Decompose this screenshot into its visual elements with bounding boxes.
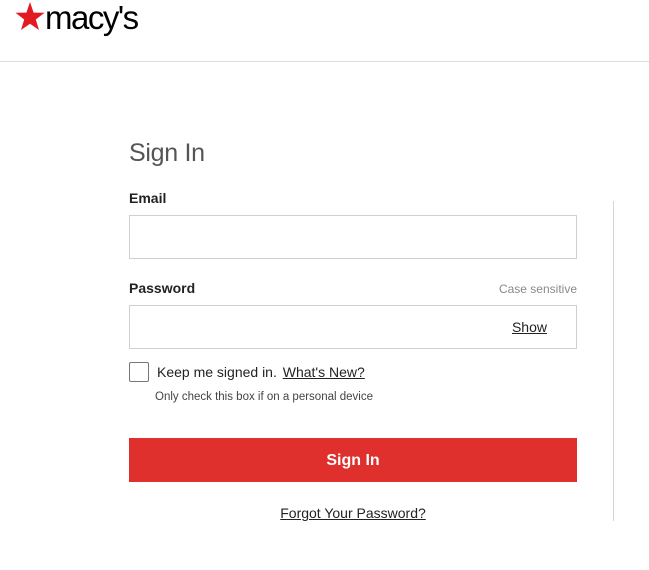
whats-new-link[interactable]: What's New? [283,364,365,380]
email-field-container [129,215,577,259]
page-title: Sign In [129,139,205,167]
show-password-toggle[interactable]: Show [512,319,547,335]
keep-signed-in-row: Keep me signed in. What's New? [157,364,365,380]
star-icon [15,2,45,30]
forgot-password-row: Forgot Your Password? [129,505,577,521]
brand-wordmark: macy's [45,0,139,36]
vertical-divider [613,201,614,521]
forgot-password-link[interactable]: Forgot Your Password? [280,505,426,521]
keep-signed-in-checkbox[interactable] [129,362,149,382]
macys-logo[interactable]: macy's [15,1,139,39]
site-header: macy's [0,0,649,62]
email-field[interactable] [130,216,576,258]
password-field[interactable] [130,306,490,348]
personal-device-note: Only check this box if on a personal dev… [155,391,373,403]
password-field-container: Show [129,305,577,349]
keep-signed-in-label: Keep me signed in. [157,364,277,380]
case-sensitive-note: Case sensitive [498,282,577,296]
password-label: Password [129,280,196,296]
sign-in-button[interactable]: Sign In [129,438,577,482]
email-label: Email [129,190,167,206]
